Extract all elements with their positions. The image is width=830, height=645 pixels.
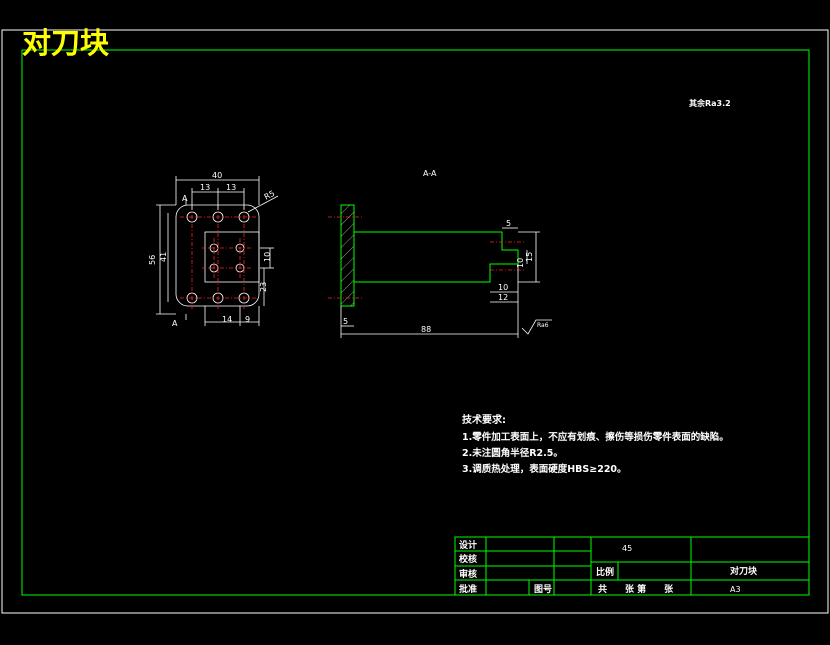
tb-design: 设计 bbox=[459, 539, 477, 551]
title-block: 设计 校核 审核 批准 图号 45 比例 共 张 第 张 对刀块 A3 bbox=[454, 536, 810, 596]
dim-14: 14 bbox=[222, 315, 232, 324]
section-label: A-A bbox=[423, 169, 437, 178]
dim-r5: R5 bbox=[263, 189, 277, 202]
dim-12: 12 bbox=[498, 293, 508, 302]
dim-10-side: 10 bbox=[516, 258, 525, 268]
ra-symbol: Ra6 bbox=[537, 322, 549, 329]
tech-item-3: 3.调质热处理，表面硬度HBS≥220。 bbox=[462, 463, 627, 475]
dim-13a: 13 bbox=[200, 183, 210, 192]
drawing-title: 对刀块 bbox=[22, 26, 109, 60]
tb-check: 校核 bbox=[459, 553, 477, 565]
dim-15: 15 bbox=[525, 252, 534, 262]
front-view: A A 40 13 13 R5 56 41 10 23 14 9 bbox=[148, 171, 279, 328]
boss-outline bbox=[204, 231, 260, 283]
section-view: A-A 5 15 10 10 12 5 88 Ra6 bbox=[328, 169, 552, 338]
dim-13b: 13 bbox=[226, 183, 236, 192]
tb-approve: 批准 bbox=[459, 583, 477, 595]
roughness-note: 其余Ra3.2 bbox=[689, 98, 731, 108]
tech-item-2: 2.未注圆角半径R2.5。 bbox=[462, 447, 563, 459]
tech-item-1: 1.零件加工表面上，不应有划痕、擦伤等损伤零件表面的缺陷。 bbox=[462, 431, 729, 443]
dim-5-left: 5 bbox=[343, 317, 348, 326]
tech-heading: 技术要求: bbox=[462, 413, 506, 426]
tb-drawing-no: 图号 bbox=[534, 584, 552, 595]
outer-frame bbox=[1, 29, 829, 614]
tb-sheets: 共 张 第 张 bbox=[598, 583, 674, 595]
tb-part-name: 对刀块 bbox=[730, 565, 758, 577]
tb-review: 审核 bbox=[459, 568, 477, 580]
tech-requirements: 技术要求: 1.零件加工表面上，不应有划痕、擦伤等损伤零件表面的缺陷。 2.未注… bbox=[462, 413, 729, 475]
marker-a-bottom: A bbox=[172, 319, 178, 328]
dim-56: 56 bbox=[148, 255, 157, 265]
dim-41: 41 bbox=[159, 252, 168, 262]
dim-10: 10 bbox=[263, 252, 272, 262]
cad-drawing: 对刀块 其余Ra3.2 A A 40 13 13 R5 56 41 10 23 … bbox=[1, 26, 829, 614]
dim-9: 9 bbox=[245, 315, 250, 324]
marker-a-top: A bbox=[182, 194, 188, 203]
dim-5-top: 5 bbox=[506, 219, 511, 228]
dim-88: 88 bbox=[421, 325, 431, 334]
tb-paper-size: A3 bbox=[730, 585, 741, 594]
tb-material: 45 bbox=[622, 544, 632, 553]
dim-40: 40 bbox=[212, 171, 222, 180]
tb-scale: 比例 bbox=[596, 566, 614, 578]
dim-23: 23 bbox=[259, 282, 268, 292]
inner-frame bbox=[21, 49, 810, 596]
dim-10-bottom: 10 bbox=[498, 283, 508, 292]
body-outline bbox=[353, 231, 519, 283]
